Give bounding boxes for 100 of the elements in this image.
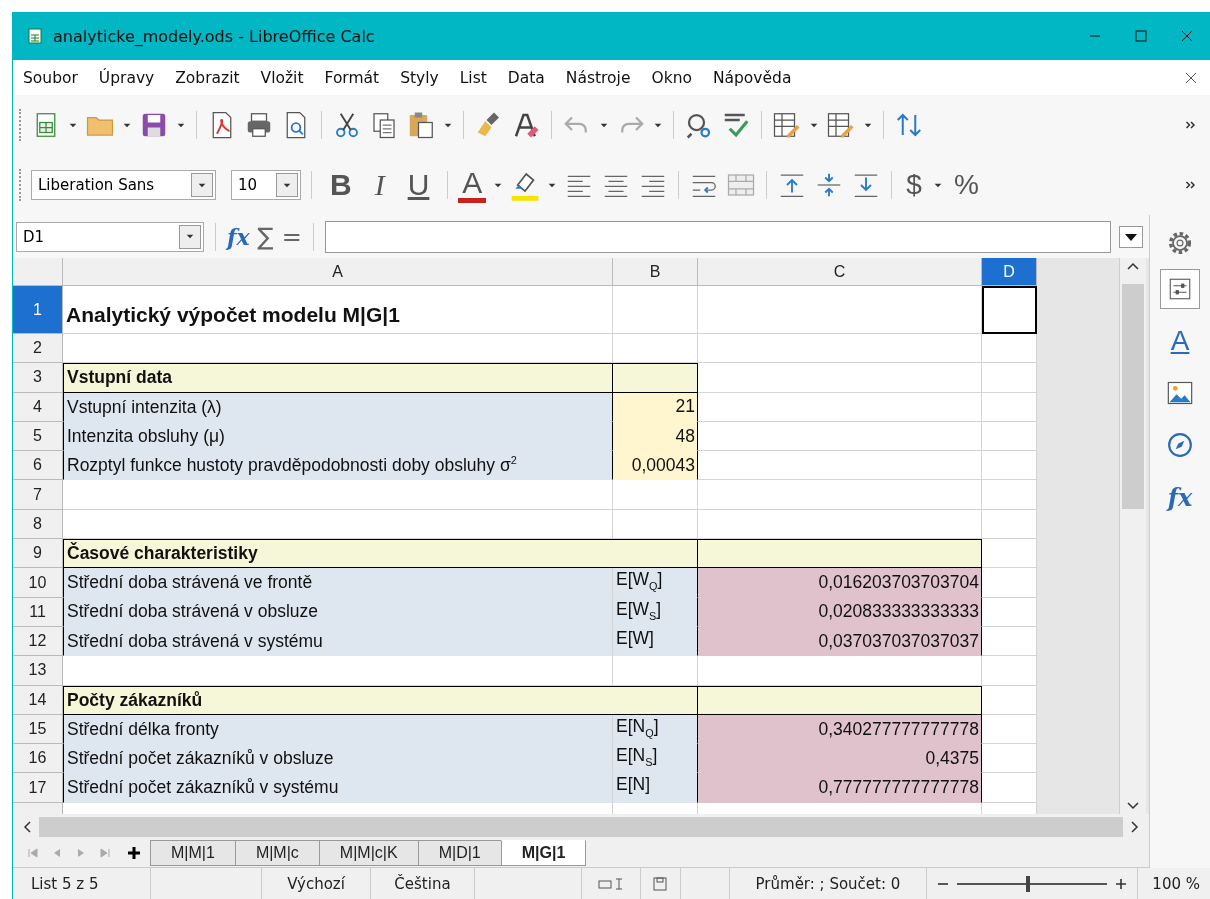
row-header[interactable]: 13 — [13, 656, 63, 686]
menu-item[interactable]: Soubor — [23, 68, 78, 87]
formula-input[interactable] — [324, 220, 1111, 253]
sheet-tab[interactable]: M|M|1 — [150, 840, 236, 866]
sheet-tab[interactable]: M|M|c — [234, 840, 320, 866]
menu-item[interactable]: List — [459, 68, 487, 87]
caret-icon[interactable] — [68, 121, 78, 129]
caret-icon[interactable] — [809, 121, 819, 129]
vertical-scrollbar[interactable] — [1119, 258, 1146, 814]
italic-button[interactable]: I — [366, 168, 393, 202]
properties-icon — [1167, 276, 1193, 302]
table-cell — [982, 421, 1037, 452]
currency-button[interactable]: $ — [902, 168, 926, 202]
caret-icon[interactable] — [863, 121, 873, 129]
menu-item[interactable]: Nástroje — [565, 68, 631, 87]
table-cell — [982, 685, 1037, 715]
add-sheet-icon[interactable] — [127, 846, 141, 860]
column-header[interactable]: B — [613, 258, 698, 286]
bold-button[interactable]: B — [322, 168, 360, 202]
cell-cursor[interactable] — [982, 286, 1037, 334]
table-pencil-icon[interactable] — [772, 110, 802, 140]
caret-icon[interactable] — [547, 181, 558, 189]
table-cell: 0,037037037037037 — [698, 626, 982, 657]
dropdown-icon — [197, 181, 207, 189]
sum-button[interactable]: ∑ — [257, 222, 274, 251]
selection-summary: Průměr: ; Součet: 0 — [730, 868, 927, 899]
menu-item[interactable]: Okno — [651, 68, 692, 87]
table-cell: Střední počet zákazníků v systému — [63, 773, 613, 803]
caret-icon[interactable] — [122, 121, 132, 129]
caret-icon[interactable] — [443, 121, 453, 129]
sheet-indicator: List 5 z 5 — [13, 868, 151, 899]
table-cell — [982, 714, 1037, 745]
function-wizard-button[interactable]: fx — [227, 223, 250, 250]
row-header[interactable]: 6 — [13, 451, 63, 481]
font-color-button[interactable]: A — [458, 167, 487, 203]
font-name-field[interactable]: Liberation Sans — [31, 170, 216, 200]
underline-button[interactable]: U — [399, 168, 438, 202]
scroll-up-icon[interactable] — [1127, 262, 1139, 270]
compass-icon — [1167, 432, 1193, 458]
row-header[interactable]: 8 — [13, 509, 63, 540]
menu-item[interactable]: Nápověda — [712, 68, 792, 87]
percent-button[interactable]: % — [949, 168, 983, 202]
settings-icon[interactable] — [1166, 229, 1194, 257]
table-cell — [982, 451, 1037, 481]
table-cell — [982, 626, 1037, 657]
sheet-tab[interactable]: M|D|1 — [417, 840, 502, 866]
table-cell: E[W$_{S}$] — [613, 597, 698, 627]
row-header[interactable]: 1 — [13, 286, 63, 334]
formula-button[interactable]: = — [281, 222, 302, 251]
caret-icon[interactable] — [653, 121, 663, 129]
row-header[interactable]: 15 — [13, 714, 63, 745]
sidebar-button[interactable]: A — [1160, 321, 1200, 361]
table-cell: E[W] — [613, 626, 698, 657]
table-cell: E[N$_{Q}$] — [613, 714, 698, 745]
menu-item[interactable]: Úpravy — [98, 68, 155, 87]
row-header[interactable]: 7 — [13, 480, 63, 510]
sidebar-button[interactable] — [1160, 269, 1200, 309]
dropdown-icon — [185, 233, 195, 240]
table-cell: Intenzita obsluhy (μ) — [63, 421, 613, 452]
row-header[interactable]: 2 — [13, 334, 63, 364]
row-header[interactable]: 10 — [13, 568, 63, 598]
zoom-in-icon[interactable] — [1115, 877, 1128, 890]
sidebar-button[interactable]: fx — [1160, 477, 1200, 517]
expand-icon[interactable] — [1119, 225, 1143, 248]
caret-icon[interactable] — [493, 181, 504, 189]
sheet-tab[interactable]: M|G|1 — [500, 840, 587, 866]
column-header[interactable]: A — [63, 258, 613, 286]
table-cell — [982, 773, 1037, 803]
column-header[interactable]: C — [698, 258, 982, 286]
row-header[interactable]: 5 — [13, 421, 63, 452]
name-box[interactable]: D1 — [16, 221, 204, 252]
sheet-title: Analytický výpočet modelu M|G|1 — [63, 286, 613, 334]
row-header[interactable]: 3 — [13, 363, 63, 393]
menu-item[interactable]: Formát — [324, 68, 380, 87]
column-header[interactable]: D — [982, 258, 1037, 286]
menu-item[interactable]: Styly — [400, 68, 439, 87]
close-icon[interactable] — [1184, 70, 1198, 85]
row-header[interactable]: 4 — [13, 392, 63, 422]
caret-icon[interactable] — [599, 121, 609, 129]
scroll-right-icon[interactable] — [1131, 820, 1139, 833]
row-header[interactable]: 12 — [13, 626, 63, 657]
row-header[interactable]: 16 — [13, 744, 63, 774]
scroll-left-icon[interactable] — [23, 820, 31, 833]
caret-icon[interactable] — [932, 181, 943, 189]
menu-item[interactable]: Vložit — [260, 68, 304, 87]
menu-item[interactable]: Zobrazit — [175, 68, 240, 87]
scroll-down-icon[interactable] — [1127, 802, 1139, 810]
table-cell: 0,4375 — [698, 744, 982, 774]
menu-item[interactable]: Data — [507, 68, 545, 87]
spreadsheet-icon — [27, 28, 43, 44]
row-header[interactable]: 14 — [13, 685, 63, 715]
font-size-field[interactable]: 10 — [231, 170, 301, 200]
table-pencil-icon[interactable] — [826, 110, 856, 140]
row-header[interactable]: 11 — [13, 597, 63, 627]
sheet-tab[interactable]: M|M|c|K — [318, 840, 419, 866]
page-style: Výchozí — [262, 868, 371, 899]
caret-icon[interactable] — [176, 121, 186, 129]
table-cell — [982, 597, 1037, 627]
row-header[interactable]: 9 — [13, 539, 63, 569]
row-header[interactable]: 17 — [13, 773, 63, 803]
